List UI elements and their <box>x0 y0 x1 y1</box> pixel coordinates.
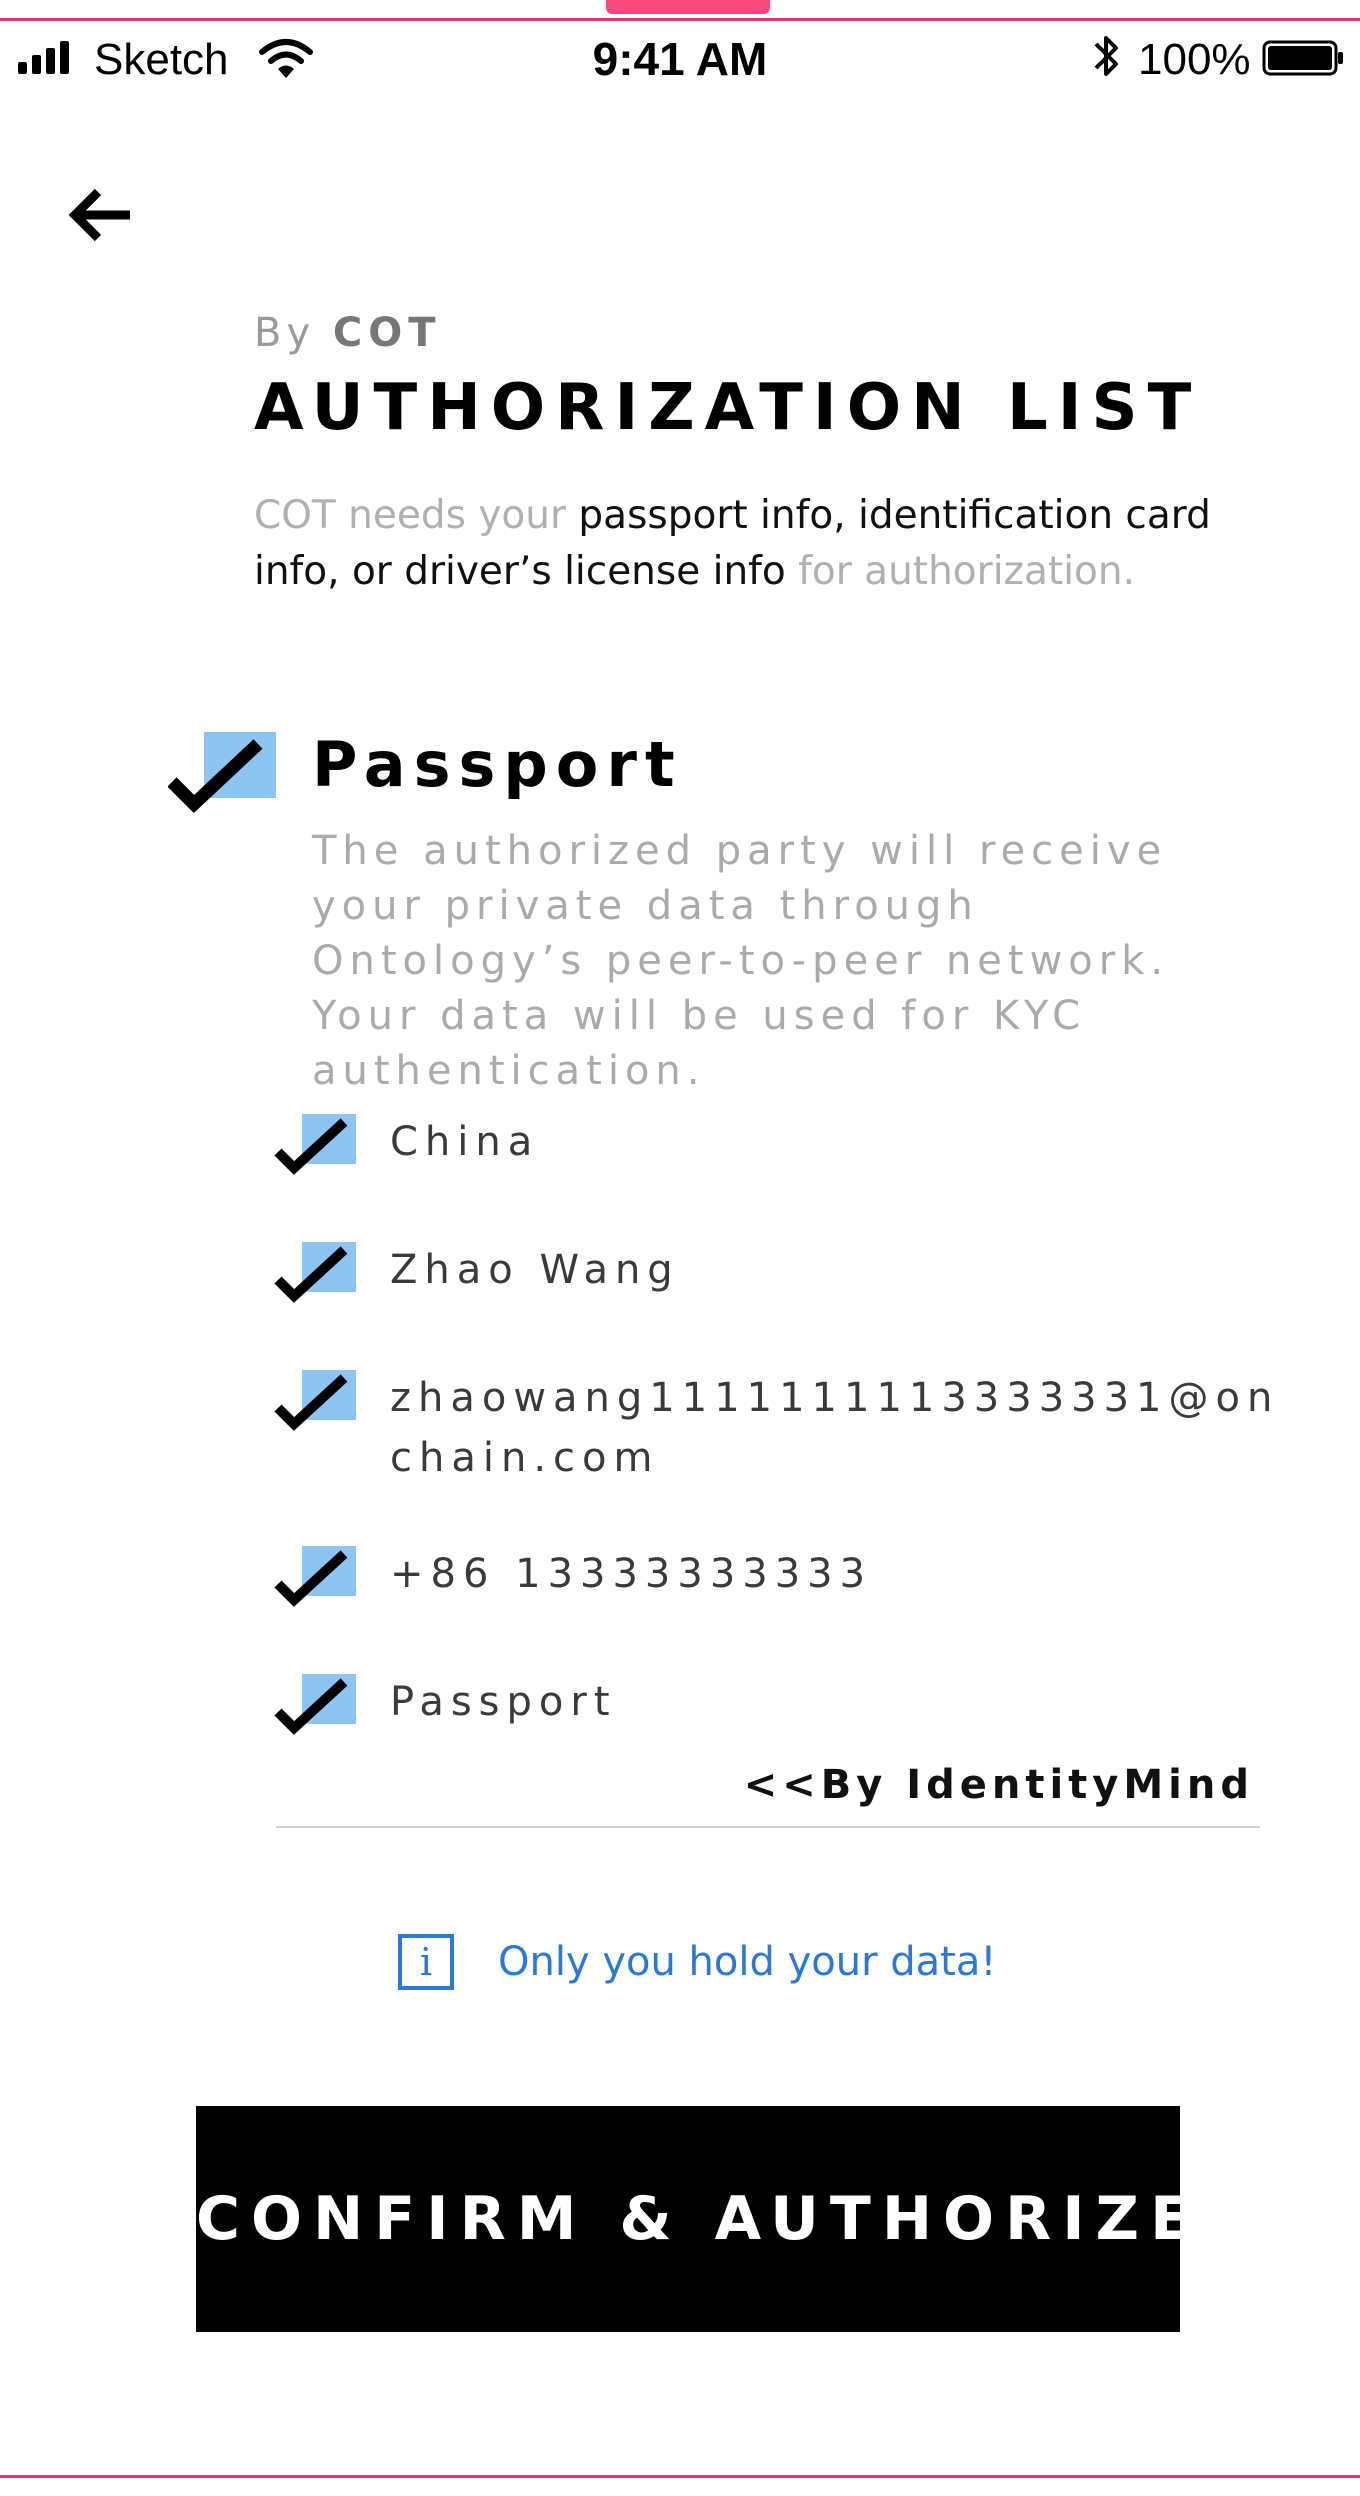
requester-line: By COT <box>254 308 442 358</box>
section-description: The authorized party will receive your p… <box>312 828 1170 1094</box>
checkbox-icon[interactable] <box>274 1368 358 1434</box>
provider-attribution: <<By IdentityMind <box>743 1762 1254 1808</box>
list-item-label: China <box>390 1119 540 1165</box>
section-title: Passport <box>312 728 683 801</box>
by-prefix: By <box>254 310 316 356</box>
status-bar: Sketch 9:41 AM 100% <box>0 26 1360 92</box>
divider <box>276 1826 1260 1828</box>
requester-name: COT <box>332 310 442 356</box>
frame-bottom-border <box>0 2475 1360 2478</box>
list-item-label: +86 13333333333 <box>390 1551 873 1597</box>
intro-text: COT needs your passport info, identifica… <box>254 488 1254 600</box>
checkbox-icon[interactable] <box>274 1240 358 1306</box>
privacy-notice: Only you hold your data! <box>498 1939 997 1985</box>
frame-top-border <box>0 18 1360 21</box>
checkbox-icon[interactable] <box>274 1544 358 1610</box>
checkbox-icon[interactable] <box>274 1112 358 1178</box>
info-icon: i <box>398 1934 454 1990</box>
top-indicator-pill <box>606 0 770 14</box>
bluetooth-icon <box>1094 36 1118 76</box>
page-title: AUTHORIZATION LIST <box>254 371 1202 445</box>
confirm-authorize-button[interactable]: CONFIRM & AUTHORIZE <box>196 2106 1191 2332</box>
battery-percent: 100% <box>1138 35 1251 84</box>
intro-part-1: COT needs your <box>254 493 579 538</box>
list-item-label: Passport <box>390 1679 617 1725</box>
back-arrow-icon[interactable] <box>68 186 134 244</box>
intro-part-3: for authorization. <box>785 549 1136 594</box>
checkbox-icon[interactable] <box>274 1672 358 1738</box>
list-item-label: Zhao Wang <box>390 1247 680 1293</box>
list-item-label: zhaowang1111111113333331@onchain.com <box>390 1375 1280 1481</box>
passport-checkbox[interactable] <box>168 730 278 816</box>
battery-icon <box>1262 40 1343 76</box>
